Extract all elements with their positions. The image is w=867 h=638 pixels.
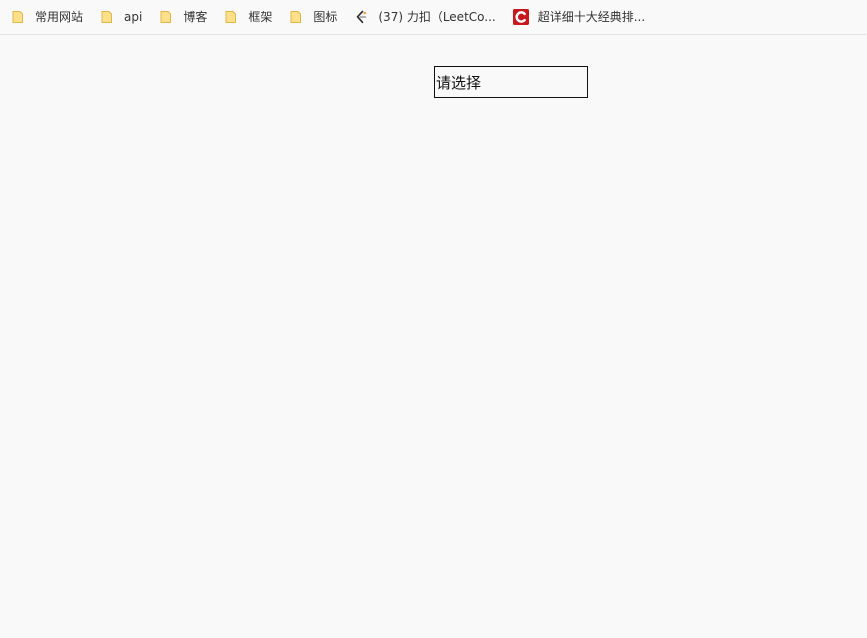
bookmarks-bar: 常用网站 api 博客 框架 图标 (37) 力扣（LeetCo... 超详细十… <box>0 0 867 35</box>
folder-icon <box>225 11 237 23</box>
bookmark-label: 常用网站 <box>35 10 84 24</box>
folder-icon <box>101 11 113 23</box>
folder-icon <box>160 11 172 23</box>
bookmark-folder-frameworks[interactable]: 框架 <box>224 5 289 29</box>
bookmark-label: api <box>124 10 143 24</box>
page-content: 请选择 <box>0 35 867 638</box>
bookmark-folder-api[interactable]: api <box>100 5 159 29</box>
bookmark-label: 超详细十大经典排... <box>537 10 646 24</box>
bookmark-label: 博客 <box>183 10 208 24</box>
folder-icon <box>290 11 302 23</box>
bookmark-folder-icons[interactable]: 图标 <box>289 5 354 29</box>
select-dropdown[interactable]: 请选择 <box>434 66 588 98</box>
bookmark-leetcode[interactable]: (37) 力扣（LeetCo... <box>354 5 512 29</box>
bookmark-label: (37) 力扣（LeetCo... <box>378 10 496 24</box>
leetcode-icon <box>357 10 367 24</box>
bookmark-csdn-sorting-article[interactable]: 超详细十大经典排... <box>512 5 662 29</box>
select-placeholder: 请选择 <box>436 73 482 92</box>
bookmark-label: 框架 <box>248 10 273 24</box>
csdn-icon <box>512 9 529 25</box>
bookmark-label: 图标 <box>313 10 338 24</box>
bookmark-folder-common-sites[interactable]: 常用网站 <box>11 5 100 29</box>
folder-icon <box>12 11 23 23</box>
bookmark-folder-blog[interactable]: 博客 <box>159 5 224 29</box>
